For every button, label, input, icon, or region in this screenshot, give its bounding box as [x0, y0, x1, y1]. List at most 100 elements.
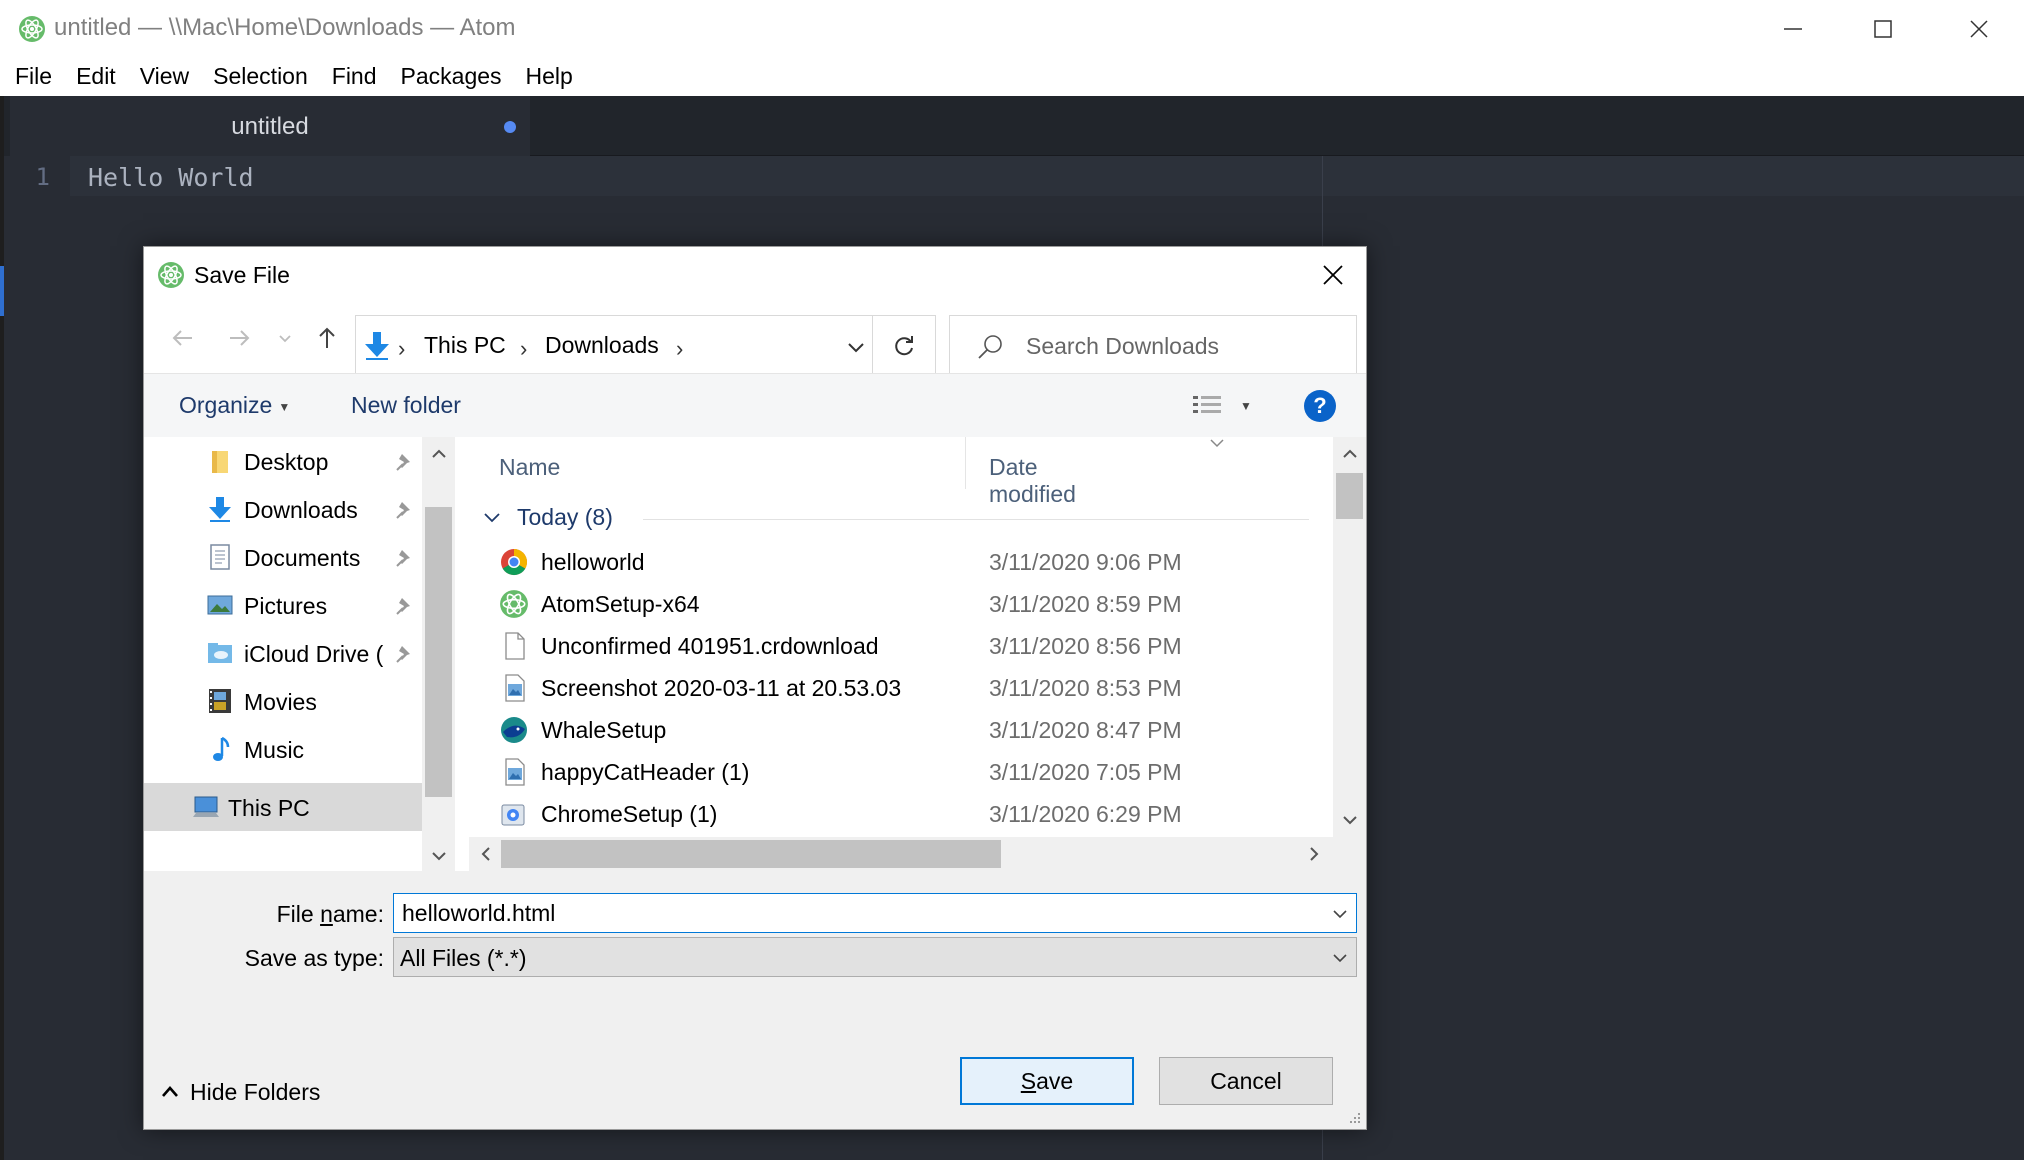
code-line[interactable]: Hello World — [88, 163, 254, 192]
nav-item-pictures[interactable]: Pictures — [144, 581, 444, 629]
nav-item-icloud-drive[interactable]: iCloud Drive ( — [144, 629, 444, 677]
file-list-vertical-scrollbar[interactable] — [1333, 437, 1366, 837]
nav-scrollbar[interactable] — [422, 437, 455, 871]
chevron-down-icon[interactable] — [430, 847, 448, 865]
breadcrumb-downloads[interactable]: Downloads — [545, 332, 659, 359]
file-row[interactable]: Unconfirmed 401951.crdownload 3/11/2020 … — [469, 625, 1333, 667]
save-file-dialog: Save File › This PC › Downloads › Search… — [143, 246, 1367, 1130]
chevron-up-icon[interactable] — [430, 445, 448, 463]
up-button[interactable] — [312, 323, 342, 353]
back-button[interactable] — [168, 323, 198, 353]
breadcrumb-separator-icon[interactable]: › — [520, 336, 527, 362]
nav-item-desktop[interactable]: Desktop — [144, 437, 444, 485]
file-name-combobox[interactable] — [393, 893, 1357, 933]
organize-label: Organize — [179, 392, 273, 418]
save-type-select[interactable]: All Files (*.*) — [393, 937, 1357, 977]
pictures-icon — [207, 595, 233, 615]
address-dropdown-button[interactable] — [836, 330, 876, 364]
save-button[interactable]: Save — [960, 1057, 1134, 1105]
breadcrumb-separator-icon[interactable]: › — [676, 336, 683, 362]
nav-item-this-pc[interactable]: This PC — [144, 783, 422, 831]
file-list: Name Date modified Today (8) helloworld … — [469, 437, 1366, 871]
nav-item-downloads[interactable]: Downloads — [144, 485, 444, 533]
file-row[interactable]: helloworld 3/11/2020 9:06 PM — [469, 541, 1333, 583]
change-view-button[interactable]: ▼ — [1192, 390, 1262, 422]
search-box[interactable] — [949, 315, 1357, 377]
file-name: ChromeSetup (1) — [541, 801, 718, 827]
column-separator[interactable] — [965, 437, 966, 489]
group-divider — [643, 519, 1309, 520]
chevron-down-icon — [279, 335, 291, 343]
group-header-today[interactable]: Today (8) — [483, 501, 1333, 535]
image-file-icon — [505, 758, 525, 786]
file-name-label: File name: — [214, 901, 384, 928]
file-row[interactable]: Screenshot 2020-03-11 at 20.53.03 3/11/2… — [469, 667, 1333, 709]
minimize-button[interactable] — [1748, 0, 1838, 57]
menu-edit[interactable]: Edit — [66, 63, 130, 90]
file-date: 3/11/2020 8:56 PM — [989, 633, 1182, 659]
menu-find[interactable]: Find — [322, 63, 391, 90]
pin-icon — [396, 646, 410, 663]
close-window-button[interactable] — [1934, 0, 2024, 57]
save-type-value: All Files (*.*) — [400, 945, 527, 971]
column-date-header[interactable]: Date modified — [989, 454, 1076, 508]
nav-item-movies[interactable]: Movies — [144, 677, 444, 725]
cancel-button[interactable]: Cancel — [1159, 1057, 1333, 1105]
file-name-input[interactable] — [402, 897, 1302, 929]
file-row[interactable]: WhaleSetup 3/11/2020 8:47 PM — [469, 709, 1333, 751]
menu-packages[interactable]: Packages — [391, 63, 516, 90]
forward-button[interactable] — [224, 323, 254, 353]
menu-help[interactable]: Help — [516, 63, 587, 90]
file-date: 3/11/2020 8:47 PM — [989, 717, 1182, 743]
dialog-close-button[interactable] — [1300, 247, 1366, 303]
organize-button[interactable]: Organize ▼ — [179, 392, 290, 419]
file-list-horizontal-scrollbar[interactable] — [469, 837, 1333, 871]
search-input[interactable] — [1026, 326, 1346, 366]
left-edge — [0, 96, 4, 1160]
pane-divider[interactable] — [455, 437, 469, 871]
nav-item-label: Pictures — [244, 593, 328, 619]
chevron-left-icon[interactable] — [477, 845, 495, 863]
dialog-titlebar: Save File — [144, 247, 1366, 303]
breadcrumb-this-pc[interactable]: This PC — [424, 332, 506, 359]
chevron-right-icon[interactable] — [1305, 845, 1323, 863]
whale-icon — [501, 717, 527, 743]
chevron-down-icon[interactable] — [1330, 904, 1350, 924]
column-name-header[interactable]: Name — [499, 454, 560, 481]
address-bar[interactable]: › This PC › Downloads › — [355, 315, 935, 377]
vertical-scrollbar-thumb[interactable] — [1336, 473, 1363, 519]
maximize-button[interactable] — [1838, 0, 1928, 57]
resize-grip-icon[interactable] — [1346, 1109, 1362, 1125]
menu-file[interactable]: File — [5, 63, 66, 90]
tab-untitled[interactable]: untitled — [10, 96, 530, 156]
file-row[interactable]: happyCatHeader (1) 3/11/2020 7:05 PM — [469, 751, 1333, 793]
modified-dot-icon[interactable] — [504, 121, 516, 133]
nav-item-music[interactable]: Music — [144, 725, 444, 773]
pin-icon — [396, 502, 410, 519]
nav-scrollbar-thumb[interactable] — [425, 507, 452, 797]
menu-view[interactable]: View — [130, 63, 203, 90]
refresh-button[interactable] — [872, 315, 936, 377]
file-row[interactable]: AtomSetup-x64 3/11/2020 8:59 PM — [469, 583, 1333, 625]
hide-folders-button[interactable]: Hide Folders — [160, 1077, 320, 1107]
nav-item-label: Documents — [244, 545, 361, 571]
atom-icon — [158, 262, 184, 288]
nav-item-label: Desktop — [244, 449, 329, 475]
chevron-down-icon[interactable] — [1341, 811, 1359, 829]
pin-icon — [396, 454, 410, 471]
help-button[interactable]: ? — [1304, 390, 1336, 422]
horizontal-scrollbar-thumb[interactable] — [501, 840, 1001, 868]
menu-selection[interactable]: Selection — [203, 63, 322, 90]
file-row[interactable]: ChromeSetup (1) 3/11/2020 6:29 PM — [469, 793, 1333, 837]
chevron-up-icon[interactable] — [1341, 445, 1359, 463]
breadcrumb-separator-icon: › — [398, 336, 406, 361]
left-edge-accent — [0, 266, 4, 316]
chrome-icon — [501, 549, 528, 576]
new-folder-button[interactable]: New folder — [351, 392, 461, 419]
atom-icon — [19, 16, 45, 42]
file-name-label-post: ame: — [332, 901, 384, 927]
nav-item-documents[interactable]: Documents — [144, 533, 444, 581]
computer-icon — [193, 796, 219, 817]
recent-locations-button[interactable] — [270, 323, 300, 353]
file-date: 3/11/2020 6:29 PM — [989, 801, 1182, 827]
